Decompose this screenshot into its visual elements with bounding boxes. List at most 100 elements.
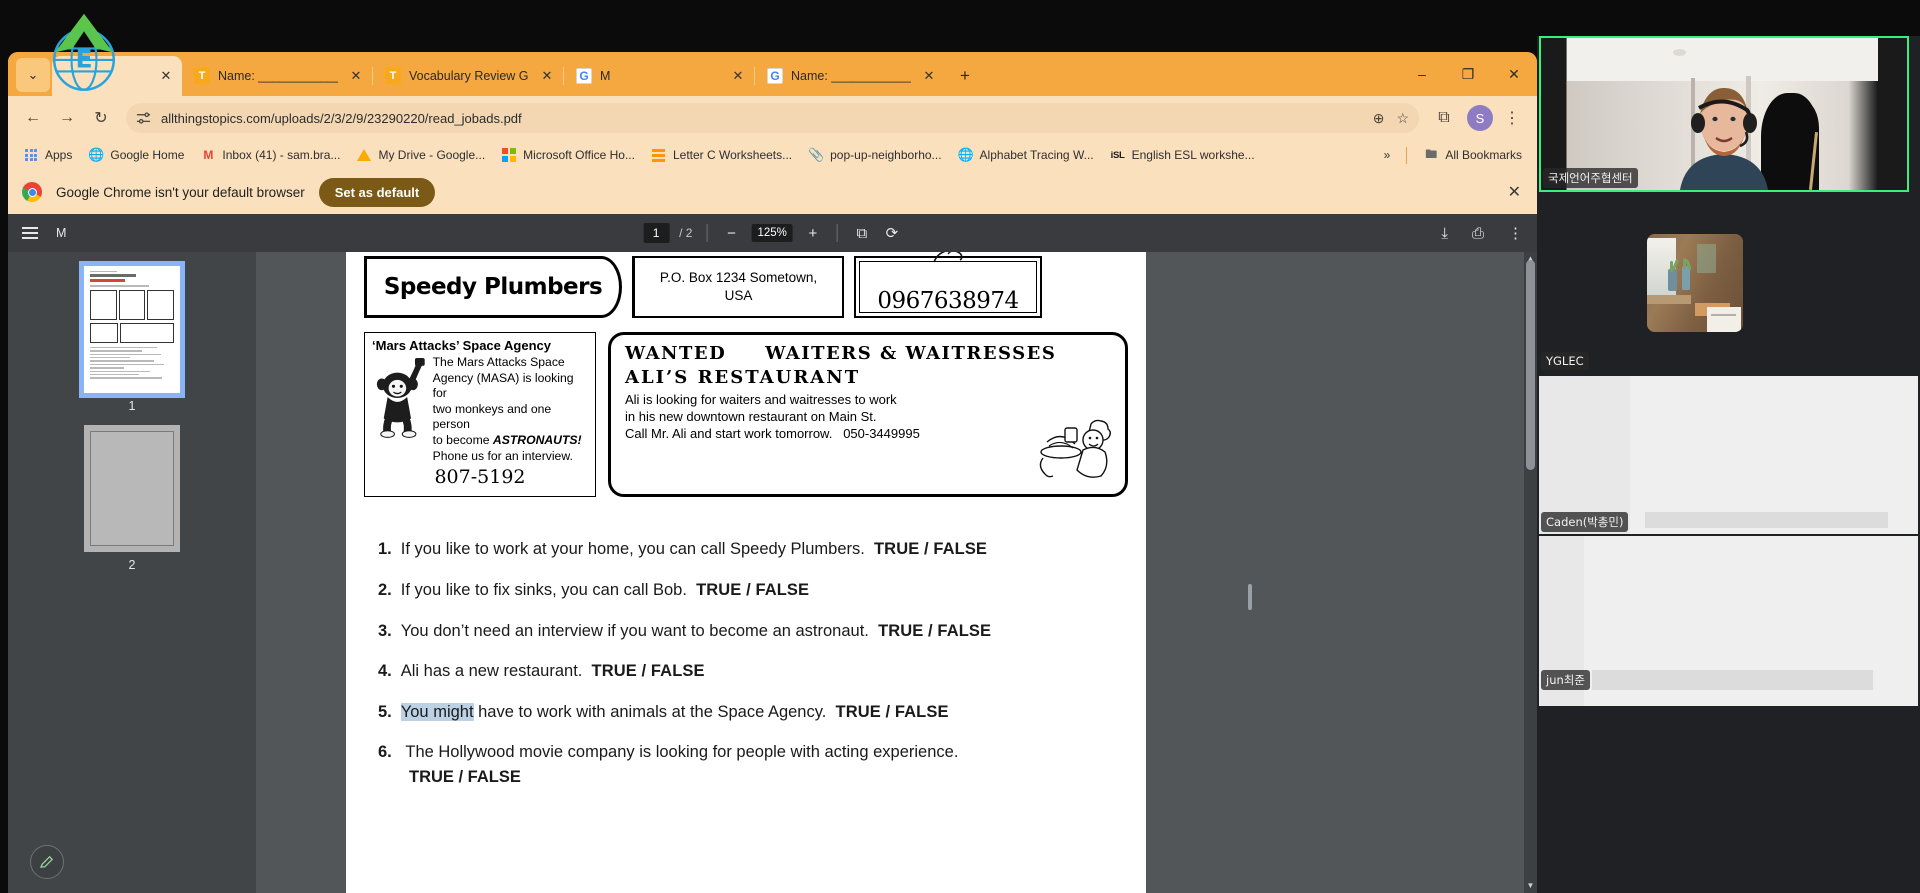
back-button[interactable]: ←	[18, 103, 48, 133]
scrollbar-thumb[interactable]	[1526, 260, 1535, 470]
site-settings-tune-icon[interactable]	[136, 111, 151, 126]
job-ads-row-2: ‘Mars Attacks’ Space Agency The Mars Att…	[364, 332, 1128, 498]
tab-0[interactable]: ✕	[52, 56, 182, 96]
bookmarks-bar: Apps 🌐 Google Home M Inbox (41) - sam.br…	[8, 140, 1537, 170]
zoom-out-button[interactable]: −	[721, 225, 741, 242]
ad-po-box: P.O. Box 1234 Sometown, USA	[632, 256, 844, 318]
question-row: 4. Ali has a new restaurant. TRUE / FALS…	[378, 661, 1128, 682]
pdf-toolbar-right: ⤓ ⎙ ⋮	[1441, 224, 1523, 243]
worksheet-content: Speedy Plumbers P.O. Box 1234 Sometown, …	[346, 252, 1146, 788]
ad-speedy-plumbers: Speedy Plumbers	[364, 256, 622, 318]
question-statement: If you like to fix sinks, you can call B…	[400, 580, 687, 599]
thumbnail-image[interactable]	[79, 261, 185, 398]
question-text: You might have to work with animals at t…	[400, 702, 949, 723]
tab-4[interactable]: G Name: _______________ I ✕	[755, 56, 945, 96]
hamburger-icon[interactable]	[22, 227, 38, 239]
bookmark-alphabet-tracing[interactable]: 🌐 Alphabet Tracing W...	[951, 144, 1101, 166]
bookmark-inbox[interactable]: M Inbox (41) - sam.bra...	[193, 144, 347, 166]
pencil-icon[interactable]	[30, 845, 64, 879]
video-tile-active-speaker[interactable]: 국제언어주협센터	[1539, 36, 1909, 192]
bookmark-microsoft-office[interactable]: Microsoft Office Ho...	[494, 144, 642, 166]
tab-1[interactable]: T Name: _______________ I ✕	[182, 56, 372, 96]
question-text: The Hollywood movie company is looking f…	[405, 743, 958, 761]
pdf-page-canvas[interactable]: Speedy Plumbers P.O. Box 1234 Sometown, …	[346, 252, 1146, 893]
question-statement: If you like to work at your home, you ca…	[400, 540, 865, 559]
zoom-level-label: 125%	[751, 224, 793, 242]
forward-button[interactable]: →	[52, 103, 82, 133]
close-icon[interactable]: ✕	[346, 66, 366, 86]
bookmark-google-home[interactable]: 🌐 Google Home	[81, 144, 191, 166]
bookmark-apps[interactable]: Apps	[16, 144, 79, 166]
true-false-answer[interactable]: TRUE / FALSE	[409, 768, 521, 786]
thumbnail-page-1[interactable]: 1	[8, 261, 256, 413]
bookmark-star-icon[interactable]: ☆	[1396, 110, 1409, 127]
question-row: 1. If you like to work at your home, you…	[378, 539, 1128, 560]
chef-illustration-icon	[1039, 420, 1111, 479]
all-bookmarks-button[interactable]: 🖿 All Bookmarks	[1416, 144, 1529, 166]
viewer-resize-handle[interactable]	[1248, 584, 1252, 610]
pdf-vertical-scrollbar[interactable]: ▲ ▼	[1524, 252, 1537, 893]
bookmark-letter-c-worksheets[interactable]: Letter C Worksheets...	[644, 144, 799, 166]
download-icon[interactable]: ⤓	[1441, 225, 1448, 242]
question-text: If you like to work at your home, you ca…	[401, 539, 987, 560]
question-row: 3. You don’t need an interview if you wa…	[378, 621, 1128, 642]
true-false-answer[interactable]: TRUE / FALSE	[874, 540, 987, 558]
minimize-button[interactable]: –	[1399, 52, 1445, 96]
tab-search-chevron-down-icon[interactable]: ⌄	[16, 58, 50, 92]
close-icon[interactable]: ✕	[537, 66, 557, 86]
close-icon[interactable]: ✕	[1508, 182, 1521, 202]
zoom-icon[interactable]: ⊕	[1373, 110, 1385, 127]
window-close-button[interactable]: ✕	[1491, 52, 1537, 96]
browser-menu-icon[interactable]: ⋮	[1497, 103, 1527, 133]
close-icon[interactable]: ✕	[728, 66, 748, 86]
fit-to-page-icon[interactable]: ⧉	[852, 225, 872, 242]
bookmark-pop-up-neighborhood[interactable]: 📎 pop-up-neighborho...	[801, 144, 948, 166]
page-total-label: / 2	[679, 226, 693, 240]
bookmark-my-drive[interactable]: My Drive - Google...	[349, 144, 492, 166]
tab-2[interactable]: T Vocabulary Review Grid ✕	[373, 56, 563, 96]
bookmark-english-esl[interactable]: iSL English ESL workshe...	[1103, 144, 1262, 166]
pdf-more-icon[interactable]: ⋮	[1508, 224, 1523, 242]
video-tile-yglec[interactable]: YGLEC	[1539, 352, 1918, 372]
tab-title: Name: _______________ I	[791, 69, 911, 83]
tab-strip: ⌄ ✕ T Name: _______________ I ✕ T Vocabu…	[8, 52, 1537, 96]
tab-title: Vocabulary Review Grid	[409, 69, 529, 83]
set-as-default-button[interactable]: Set as default	[318, 177, 436, 207]
bookmarks-overflow-button[interactable]: »	[1377, 145, 1398, 165]
thumbnail-image[interactable]	[84, 425, 180, 552]
close-icon[interactable]: ✕	[156, 66, 176, 86]
masa-line-4-prefix: to become	[432, 433, 493, 448]
address-bar[interactable]: allthingstopics.com/uploads/2/3/2/9/2329…	[126, 103, 1419, 133]
question-number: 4.	[378, 662, 392, 681]
true-false-answer[interactable]: TRUE / FALSE	[878, 622, 991, 640]
zoom-in-button[interactable]: +	[803, 225, 823, 242]
true-false-answer[interactable]: TRUE / FALSE	[696, 581, 809, 599]
true-false-answer[interactable]: TRUE / FALSE	[836, 703, 949, 721]
pdf-toolbar: M / 2 − 125% + ⧉ ⟳ ⤓ ⎙ ⋮	[8, 214, 1537, 252]
profile-avatar[interactable]: S	[1467, 105, 1493, 131]
question-statement: have to work with animals at the Space A…	[473, 702, 827, 721]
tab-3[interactable]: G M ✕	[564, 56, 754, 96]
page-number-input[interactable]	[643, 223, 670, 243]
pdf-page-controls: / 2 − 125% + ⧉ ⟳	[643, 223, 902, 243]
masa-line-1: The Mars Attacks Space	[432, 355, 565, 369]
extensions-icon[interactable]: ⧉	[1429, 103, 1459, 133]
close-icon[interactable]: ✕	[919, 66, 939, 86]
rotate-icon[interactable]: ⟳	[882, 224, 902, 242]
text-selection-highlight[interactable]: You might	[400, 702, 474, 721]
masa-phone-number: 807-5192	[434, 466, 526, 489]
thumbnail-page-2[interactable]: 2	[8, 425, 256, 572]
browser-toolbar: ← → ↻ allthingstopics.com/uploads/2/3/2/…	[8, 96, 1537, 140]
video-tile-jun[interactable]: jun최준	[1539, 536, 1918, 706]
true-false-answer[interactable]: TRUE / FALSE	[592, 662, 705, 680]
url-text: allthingstopics.com/uploads/2/3/2/9/2329…	[161, 110, 522, 126]
maximize-button[interactable]: ❐	[1445, 52, 1491, 96]
reload-button[interactable]: ↻	[86, 103, 116, 133]
scroll-down-arrow-icon[interactable]: ▼	[1524, 879, 1537, 893]
print-icon[interactable]: ⎙	[1472, 225, 1484, 242]
video-tile-self-view[interactable]	[1647, 234, 1743, 332]
question-number: 5.	[378, 702, 392, 721]
isl-icon: iSL	[1110, 149, 1125, 161]
new-tab-button[interactable]: +	[951, 62, 979, 90]
video-tile-caden[interactable]: Caden(박총민)	[1539, 376, 1918, 534]
